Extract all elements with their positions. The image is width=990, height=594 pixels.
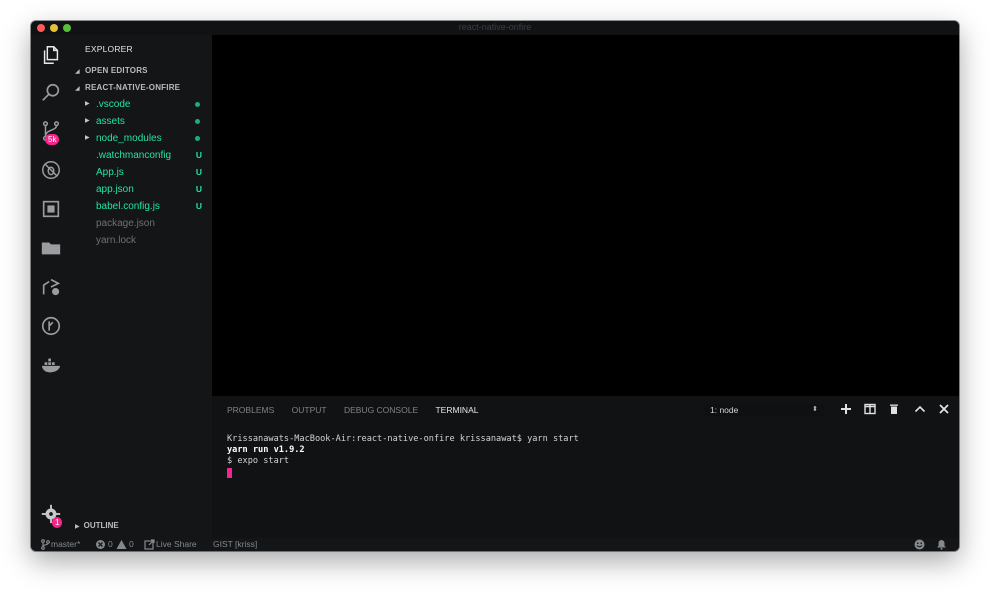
file-status: U [195,184,202,194]
file-name: node_modules [96,133,162,144]
files-icon[interactable] [38,42,64,68]
select-caret-icon: ⬍ [812,406,818,413]
status-bar: master* 0 0 Live Share GIST [kriss] [31,538,959,551]
chevron-right-icon: ▶ [85,118,90,124]
tab-debug-console[interactable]: DEBUG CONSOLE [344,405,418,415]
file-tree-item[interactable]: app.json U [70,181,212,198]
file-tree-item[interactable]: ▶ assets [70,113,212,130]
file-name: babel.config.js [96,201,160,212]
live-share-button[interactable]: Live Share [156,539,197,549]
file-name: App.js [96,167,124,178]
feedback-smiley-icon[interactable] [914,539,925,550]
terminal-select-value: 1: node [710,405,739,415]
chevron-right-icon: ▶ [75,524,80,530]
gist-status[interactable]: GIST [kriss] [213,539,257,549]
section-label: OPEN EDITORS [85,66,148,75]
tab-output[interactable]: OUTPUT [292,405,327,415]
explorer-sidebar: EXPLORER ◢ OPEN EDITORS ◢ REACT-NATIVE-ONF… [70,35,212,538]
file-tree-item[interactable]: package.json [70,215,212,232]
project-section[interactable]: ◢ REACT-NATIVE-ONFIRE [75,83,180,92]
file-tree-item[interactable]: ▶ node_modules [70,130,212,147]
panel-tabs: PROBLEMS OUTPUT DEBUG CONSOLE TERMINAL [227,405,493,415]
terminal-line: $ expo start [227,456,290,466]
section-label: OUTLINE [83,521,119,530]
tab-problems[interactable]: PROBLEMS [227,405,274,415]
terminal-output[interactable]: Krissanawats-MacBook-Air:react-native-on… [227,434,579,478]
open-editors-section[interactable]: ◢ OPEN EDITORS [75,66,148,75]
explorer-title: EXPLORER [85,44,133,54]
file-tree-item[interactable]: babel.config.js U [70,198,212,215]
file-status: U [195,201,202,211]
file-name: .vscode [96,99,131,110]
terminal-cursor [227,468,232,478]
section-collapse-icon: ◢ [75,69,80,75]
section-label: REACT-NATIVE-ONFIRE [85,83,181,92]
outline-section[interactable]: ▶ OUTLINE [75,521,119,530]
live-share-icon[interactable] [38,274,64,300]
file-tree-item[interactable]: yarn.lock [70,232,212,249]
file-name: assets [96,116,125,127]
branch-icon [41,539,50,550]
notifications-bell-icon[interactable] [936,539,947,550]
debug-icon[interactable] [38,157,64,183]
chevron-right-icon: ▶ [85,101,90,107]
modified-dot-icon [195,119,200,124]
file-name: app.json [96,184,134,195]
editor-area[interactable] [212,35,959,396]
chevron-right-icon: ▶ [85,135,90,141]
terminal-line: yarn run v1.9.2 [227,445,305,455]
file-name: .watchmanconfig [96,150,172,161]
chevron-up-icon[interactable] [913,402,927,416]
warning-count[interactable]: 0 [129,539,134,549]
source-control-badge: 5k [45,134,60,145]
search-icon[interactable] [38,80,64,106]
terminal-select[interactable]: 1: node ⬍ [704,404,824,416]
split-icon[interactable] [863,402,877,416]
modified-dot-icon [195,136,200,141]
bottom-panel: PROBLEMS OUTPUT DEBUG CONSOLE TERMINAL 1… [212,396,959,538]
section-collapse-icon: ◢ [75,86,80,92]
file-name: package.json [96,218,155,229]
terminal-line: Krissanawats-MacBook-Air:react-native-on… [227,434,579,444]
file-tree-item[interactable]: .watchmanconfig U [70,147,212,164]
live-share-icon [144,539,155,550]
error-icon [96,540,105,549]
branch-status[interactable]: master* [51,539,80,549]
file-name: yarn.lock [96,235,137,246]
vscode-window: react-native-onfire 5k 1 EXPLORER ◢ OPEN… [31,21,959,551]
close-icon[interactable] [937,402,951,416]
file-status: U [195,150,202,160]
trash-icon[interactable] [887,402,901,416]
title-bar: react-native-onfire [31,21,959,35]
tab-terminal[interactable]: TERMINAL [435,405,478,415]
window-title: react-native-onfire [458,22,532,32]
plus-icon[interactable] [839,402,853,416]
file-tree-item[interactable]: App.js U [70,164,212,181]
warning-icon [116,540,127,549]
docker-icon[interactable] [38,352,64,378]
extensions-icon[interactable] [38,196,64,222]
error-count[interactable]: 0 [108,539,113,549]
gitlens-icon[interactable] [38,313,64,339]
activity-bar: 5k 1 [31,35,70,538]
file-tree-item[interactable]: ▶ .vscode [70,96,212,113]
file-status: U [195,167,202,177]
folder-icon[interactable] [38,235,64,261]
modified-dot-icon [195,102,200,107]
